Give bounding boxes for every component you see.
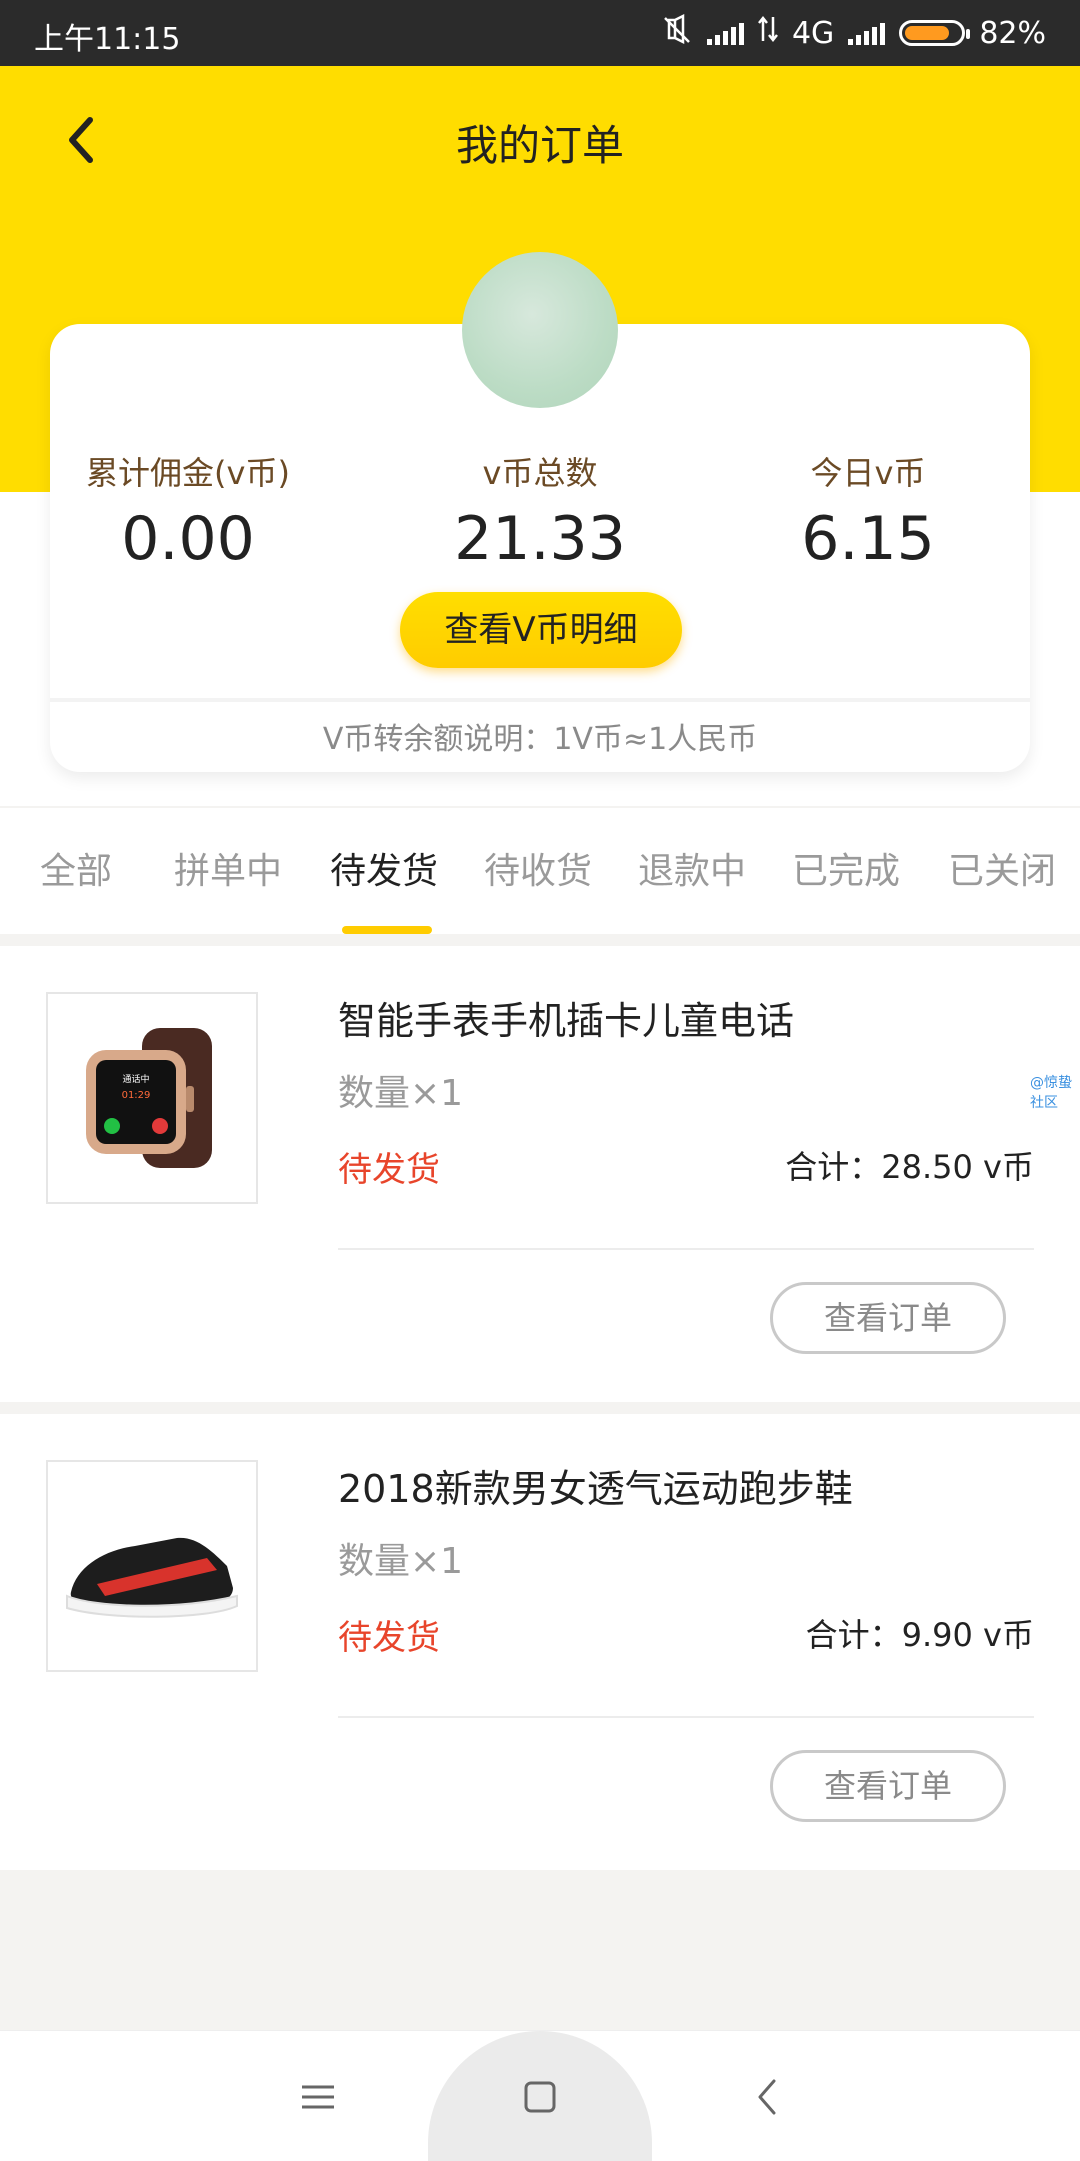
today-coin-stat: 今日v币 6.15: [718, 448, 1018, 574]
home-button[interactable]: [510, 2067, 570, 2127]
total-coin-value: 21.33: [454, 504, 626, 574]
view-coin-detail-button[interactable]: 查看V币明细: [400, 592, 682, 668]
signal-icon: [706, 21, 744, 45]
commission-label: 累计佣金(v币): [86, 454, 290, 492]
signal-icon-2: [848, 21, 886, 45]
order-title[interactable]: 智能手表手机插卡儿童电话: [338, 990, 794, 1045]
data-arrows-icon: [757, 15, 778, 51]
order-status: 待发货: [338, 1150, 440, 1190]
view-order-button[interactable]: 查看订单: [770, 1282, 1006, 1354]
tab-pending-receipt[interactable]: 待收货: [484, 842, 592, 894]
watermark-label: @惊蛰社区: [1030, 1075, 1072, 1111]
order-tabs: 全部 拼单中 待发货 待收货 退款中 已完成 已关闭: [0, 808, 1080, 934]
order-total: 合计：28.50 v币: [785, 1148, 1034, 1186]
sneaker-image: [66, 1537, 238, 1618]
today-coin-label: 今日v币: [810, 454, 926, 492]
order-total: 合计：9.90 v币: [805, 1616, 1034, 1654]
commission-stat: 累计佣金(v币) 0.00: [38, 448, 338, 574]
order-card: 2018新款男女透气运动跑步鞋 数量×1 待发货 合计：9.90 v币 查看订单: [0, 1414, 1080, 1870]
card-divider: [50, 698, 1030, 702]
status-time: 上午11:15: [34, 22, 181, 57]
home-square-icon: [524, 2081, 556, 2113]
tab-all[interactable]: 全部: [40, 842, 112, 894]
mute-icon: [661, 13, 693, 52]
product-image-watch[interactable]: 通话中 01:29: [46, 992, 258, 1204]
total-coin-label: v币总数: [482, 454, 598, 492]
order-quantity: 数量×1: [338, 1541, 464, 1582]
avatar[interactable]: [462, 252, 618, 408]
page-title: 我的订单: [455, 121, 624, 170]
network-type: 4G: [791, 15, 835, 51]
tab-completed[interactable]: 已完成: [792, 842, 900, 894]
status-bar: 上午11:15 4G 82%: [0, 0, 1080, 66]
order-quantity: 数量×1: [338, 1073, 464, 1114]
order-divider: [338, 1716, 1034, 1718]
product-image-shoe[interactable]: [46, 1460, 258, 1672]
commission-value: 0.00: [121, 504, 255, 574]
tab-closed[interactable]: 已关闭: [948, 842, 1056, 894]
tab-group-buying[interactable]: 拼单中: [174, 842, 282, 894]
tab-pending-shipment[interactable]: 待发货: [330, 842, 438, 894]
total-coin-stat: v币总数 21.33: [390, 448, 690, 574]
coin-conversion-note: V币转余额说明：1V币≈1人民币: [322, 722, 758, 757]
svg-text:01:29: 01:29: [122, 1090, 151, 1101]
smartwatch-image: 通话中 01:29: [86, 1028, 212, 1168]
tab-refunding[interactable]: 退款中: [638, 842, 746, 894]
back-arrow-icon: [758, 2079, 776, 2115]
order-title[interactable]: 2018新款男女透气运动跑步鞋: [338, 1458, 853, 1513]
order-status: 待发货: [338, 1618, 440, 1658]
order-divider: [338, 1248, 1034, 1250]
battery-percent: 82%: [979, 15, 1046, 51]
today-coin-value: 6.15: [801, 504, 935, 574]
status-indicators: 4G 82%: [661, 13, 1046, 52]
menu-icon: [302, 2085, 334, 2109]
order-card: 通话中 01:29 智能手表手机插卡儿童电话 数量×1 待发货 合计：28.50…: [0, 946, 1080, 1402]
battery-icon: [899, 20, 971, 46]
system-nav-bar: [0, 2030, 1080, 2161]
menu-button[interactable]: [288, 2067, 348, 2127]
nav-back-button[interactable]: [738, 2067, 798, 2127]
view-order-button[interactable]: 查看订单: [770, 1750, 1006, 1822]
svg-text:通话中: 通话中: [122, 1073, 149, 1085]
active-tab-indicator: [342, 926, 432, 934]
